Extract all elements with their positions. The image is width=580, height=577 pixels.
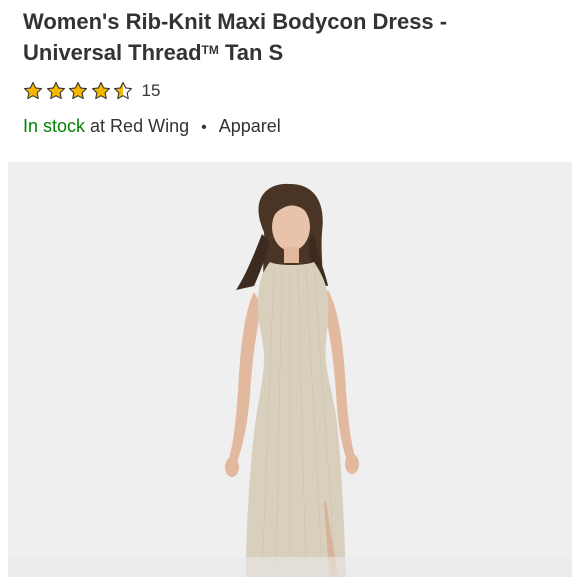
star-rating[interactable] <box>23 81 136 101</box>
availability-row: In stock at Red Wing • Apparel <box>23 114 281 140</box>
model-dress-illustration <box>8 162 572 577</box>
star-half-icon <box>113 81 133 100</box>
product-title: Women's Rib-Knit Maxi Bodycon Dress - Un… <box>23 6 563 68</box>
star-full-icon <box>46 81 65 100</box>
star-full-icon <box>68 81 88 100</box>
product-title-brand: Universal Thread <box>23 40 202 65</box>
rating-row[interactable]: 15 <box>23 80 160 102</box>
separator-bullet: • <box>201 119 207 136</box>
star-full-icon <box>23 81 43 100</box>
product-category[interactable]: Apparel <box>219 116 281 136</box>
product-photo[interactable] <box>8 162 572 577</box>
trademark-symbol: TM <box>201 43 219 57</box>
stock-status: In stock <box>23 116 86 136</box>
product-title-variant: Tan S <box>218 40 284 65</box>
store-location[interactable]: at Red Wing <box>90 116 189 136</box>
review-count[interactable]: 15 <box>142 81 161 101</box>
product-title-line1: Women's Rib-Knit Maxi Bodycon Dress - <box>23 9 448 34</box>
star-full-icon <box>91 81 110 100</box>
